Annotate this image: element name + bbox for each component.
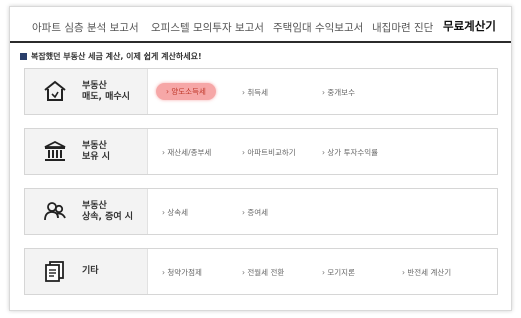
category-label: 부동산 상속, 증여 시 xyxy=(82,201,134,222)
link-commercial-return[interactable]: › 상가 투자수익률 xyxy=(322,147,378,158)
link-semi-jeonse-calculator[interactable]: › 반전세 계산기 xyxy=(402,267,451,278)
category-row-sale-purchase: 부동산 매도, 매수시 › 양도소득세 › 취득세 › 중개보수 xyxy=(24,68,498,115)
link-inheritance-tax[interactable]: › 상속세 xyxy=(162,207,188,218)
link-brokerage-fee[interactable]: › 중개보수 xyxy=(322,87,355,98)
link-capital-gains-tax[interactable]: › 양도소득세 xyxy=(156,83,216,100)
category-row-holding: 부동산 보유 시 › 재산세/종부세 › 아파트비교하기 › 상가 투자수익률 xyxy=(24,128,498,175)
bank-icon xyxy=(44,140,66,161)
link-subscription-points[interactable]: › 청약가점제 xyxy=(162,267,202,278)
category-header: 부동산 매도, 매수시 xyxy=(25,69,148,114)
link-acquisition-tax[interactable]: › 취득세 xyxy=(242,87,268,98)
link-property-tax[interactable]: › 재산세/종부세 xyxy=(162,147,211,158)
category-row-other: 기타 › 청약가점제 › 전월세 전환 › 모기지론 › 반전세 계산기 xyxy=(24,248,498,295)
tab-free-calculator[interactable]: 무료계산기 xyxy=(443,18,496,34)
people-icon xyxy=(44,202,66,221)
notice-square-icon xyxy=(20,53,27,60)
link-gift-tax[interactable]: › 증여세 xyxy=(242,207,268,218)
report-tabs: 아파트 심층 분석 보고서 오피스텔 모의투자 보고서 주택임대 수익보고서 내… xyxy=(10,7,511,43)
tab-officetel-investment[interactable]: 오피스텔 모의투자 보고서 xyxy=(151,20,264,35)
link-mortgage-loan[interactable]: › 모기지론 xyxy=(322,267,355,278)
link-rent-conversion[interactable]: › 전월세 전환 xyxy=(242,267,284,278)
category-label: 부동산 매도, 매수시 xyxy=(82,81,130,102)
category-header: 기타 xyxy=(25,249,148,294)
notice-text-wrapper: 복잡했던 부동산 세금 계산, 이제 쉽게 계산하세요! xyxy=(20,51,202,62)
house-icon xyxy=(44,80,66,101)
category-row-inheritance-gift: 부동산 상속, 증여 시 › 상속세 › 증여세 xyxy=(24,188,498,235)
category-label: 기타 xyxy=(82,266,99,276)
link-apartment-compare[interactable]: › 아파트비교하기 xyxy=(242,147,296,158)
category-header: 부동산 보유 시 xyxy=(25,129,148,174)
tab-rental-income[interactable]: 주택임대 수익보고서 xyxy=(273,20,363,35)
notice-text: 복잡했던 부동산 세금 계산, 이제 쉽게 계산하세요! xyxy=(31,52,202,61)
calculator-panel: 아파트 심층 분석 보고서 오피스텔 모의투자 보고서 주택임대 수익보고서 내… xyxy=(9,6,512,311)
tab-home-diagnosis[interactable]: 내집마련 진단 xyxy=(372,20,433,35)
tab-apartment-analysis[interactable]: 아파트 심층 분석 보고서 xyxy=(32,20,139,35)
category-label: 부동산 보유 시 xyxy=(82,141,110,162)
documents-icon xyxy=(45,261,64,282)
category-header: 부동산 상속, 증여 시 xyxy=(25,189,148,234)
